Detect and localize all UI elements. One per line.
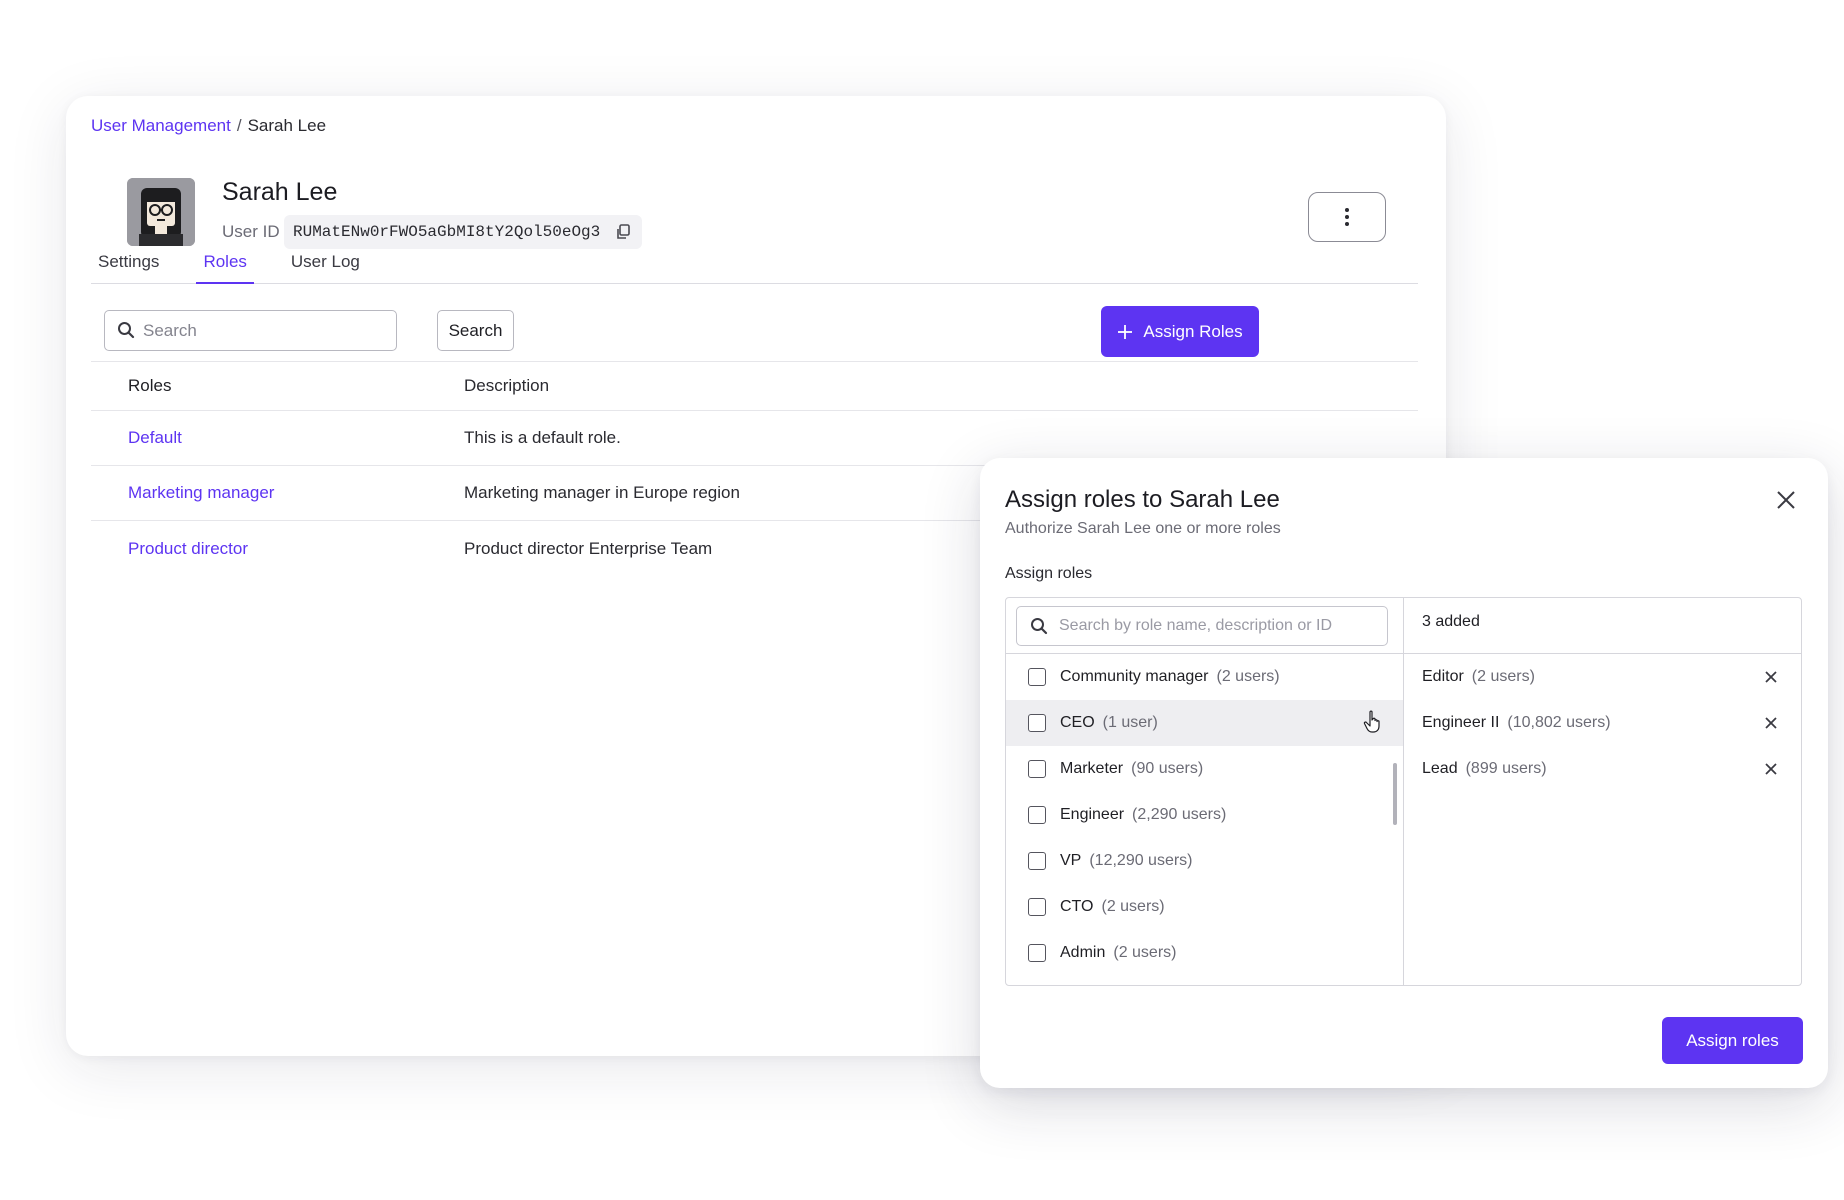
added-role: Engineer II (10,802 users) xyxy=(1404,700,1801,746)
breadcrumb-current: Sarah Lee xyxy=(247,116,327,135)
search-icon xyxy=(118,322,135,339)
role-option-name: CEO xyxy=(1060,714,1095,731)
checkbox-icon[interactable] xyxy=(1028,760,1046,778)
role-option-name: Community manager xyxy=(1060,668,1209,685)
more-options-button[interactable] xyxy=(1308,192,1386,242)
avatar-image xyxy=(127,178,195,246)
added-role-count: (2 users) xyxy=(1471,668,1535,685)
user-id-label: User ID xyxy=(222,222,280,241)
assign-roles-label: Assign roles xyxy=(1005,565,1093,582)
role-option[interactable]: Admin (2 users) xyxy=(1006,930,1403,976)
hand-pointer-icon xyxy=(1363,710,1380,733)
role-option[interactable]: CTO (2 users) xyxy=(1006,884,1403,930)
added-roles-pane: 3 added Editor (2 users) Engineer II (10… xyxy=(1404,598,1801,985)
added-role: Lead (899 users) xyxy=(1404,746,1801,792)
role-option-name: CTO xyxy=(1060,898,1094,915)
tab-user-log[interactable]: User Log xyxy=(284,252,367,284)
role-option-count: (2 users) xyxy=(1216,668,1280,685)
checkbox-icon[interactable] xyxy=(1028,852,1046,870)
role-description: This is a default role. xyxy=(464,428,621,447)
role-option[interactable]: VP (12,290 users) xyxy=(1006,838,1403,884)
breadcrumb-separator: / xyxy=(236,116,242,135)
role-option-name: Engineer xyxy=(1060,806,1125,823)
assign-roles-modal: Assign roles to Sarah Lee Authorize Sara… xyxy=(980,458,1828,1088)
role-option-count: (2 users) xyxy=(1113,944,1177,961)
role-search-placeholder: Search by role name, description or ID xyxy=(1059,617,1333,634)
role-transfer-panel: Search by role name, description or ID C… xyxy=(1005,597,1802,986)
search-button[interactable]: Search xyxy=(437,310,514,351)
table-header: Roles Description xyxy=(91,361,1418,411)
plus-icon xyxy=(1118,324,1133,339)
checkbox-icon[interactable] xyxy=(1028,806,1046,824)
remove-icon xyxy=(1765,671,1777,683)
assign-roles-label: Assign Roles xyxy=(1143,321,1243,341)
role-link[interactable]: Product director xyxy=(128,539,248,558)
search-icon xyxy=(1031,618,1048,635)
user-id-value: RUMatENw0rFWO5aGbMI8tY2Qol50eOg3 xyxy=(293,223,601,241)
user-name: Sarah Lee xyxy=(222,178,338,206)
role-option-count: (12,290 users) xyxy=(1089,852,1193,869)
roles-search-input[interactable]: Search xyxy=(104,310,397,351)
remove-icon xyxy=(1765,717,1777,729)
added-role-name: Editor xyxy=(1422,668,1464,685)
checkbox-icon[interactable] xyxy=(1028,714,1046,732)
added-role: Editor (2 users) xyxy=(1404,654,1801,700)
checkbox-icon[interactable] xyxy=(1028,944,1046,962)
role-option[interactable]: Engineer (2,290 users) xyxy=(1006,792,1403,838)
close-icon xyxy=(1777,491,1795,509)
role-option-partial[interactable] xyxy=(1006,976,1403,985)
remove-role-button[interactable] xyxy=(1763,669,1779,685)
checkbox-icon[interactable] xyxy=(1028,668,1046,686)
assign-roles-button[interactable]: Assign Roles xyxy=(1101,306,1259,357)
role-option[interactable]: Marketer (90 users) xyxy=(1006,746,1403,792)
role-link[interactable]: Marketing manager xyxy=(128,483,274,502)
avatar xyxy=(127,178,195,246)
available-roles-pane: Search by role name, description or ID C… xyxy=(1006,598,1404,985)
role-option-name: VP xyxy=(1060,852,1082,869)
role-search-input[interactable]: Search by role name, description or ID xyxy=(1016,606,1388,646)
checkbox-icon[interactable] xyxy=(1028,898,1046,916)
close-button[interactable] xyxy=(1774,488,1798,512)
tab-settings[interactable]: Settings xyxy=(91,252,166,284)
column-header-roles: Roles xyxy=(128,376,172,395)
role-link[interactable]: Default xyxy=(128,428,182,447)
remove-icon xyxy=(1765,763,1777,775)
added-roles-list: Editor (2 users) Engineer II (10,802 use… xyxy=(1404,654,1801,792)
modal-title: Assign roles to Sarah Lee xyxy=(1005,486,1280,513)
added-count: 3 added xyxy=(1422,613,1480,630)
tab-bar: Settings Roles User Log xyxy=(91,252,1418,284)
breadcrumb-user-management[interactable]: User Management xyxy=(91,116,231,136)
added-role-name: Lead xyxy=(1422,760,1458,777)
copy-icon[interactable] xyxy=(614,223,632,241)
assign-roles-submit-button[interactable]: Assign roles xyxy=(1662,1017,1803,1064)
added-role-name: Engineer II xyxy=(1422,714,1500,731)
remove-role-button[interactable] xyxy=(1763,761,1779,777)
added-role-count: (10,802 users) xyxy=(1507,714,1611,731)
role-option-count: (1 user) xyxy=(1102,714,1158,731)
scrollbar[interactable] xyxy=(1393,763,1397,825)
role-option[interactable]: Community manager (2 users) xyxy=(1006,654,1403,700)
roles-search-placeholder: Search xyxy=(143,320,197,340)
role-option[interactable]: CEO (1 user) xyxy=(1006,700,1403,746)
added-role-count: (899 users) xyxy=(1465,760,1547,777)
role-option-name: Marketer xyxy=(1060,760,1124,777)
more-vertical-icon xyxy=(1345,208,1349,226)
tab-roles[interactable]: Roles xyxy=(196,252,254,284)
available-roles-list: Community manager (2 users) CEO (1 user)… xyxy=(1006,654,1403,985)
role-option-count: (90 users) xyxy=(1131,760,1204,777)
user-id-chip: RUMatENw0rFWO5aGbMI8tY2Qol50eOg3 xyxy=(284,215,643,249)
modal-subtitle: Authorize Sarah Lee one or more roles xyxy=(1005,520,1281,537)
role-option-name: Admin xyxy=(1060,944,1106,961)
remove-role-button[interactable] xyxy=(1763,715,1779,731)
role-option-count: (2 users) xyxy=(1101,898,1165,915)
breadcrumb: User Management / Sarah Lee xyxy=(91,116,326,136)
column-header-description: Description xyxy=(464,376,550,395)
role-option-count: (2,290 users) xyxy=(1132,806,1227,823)
